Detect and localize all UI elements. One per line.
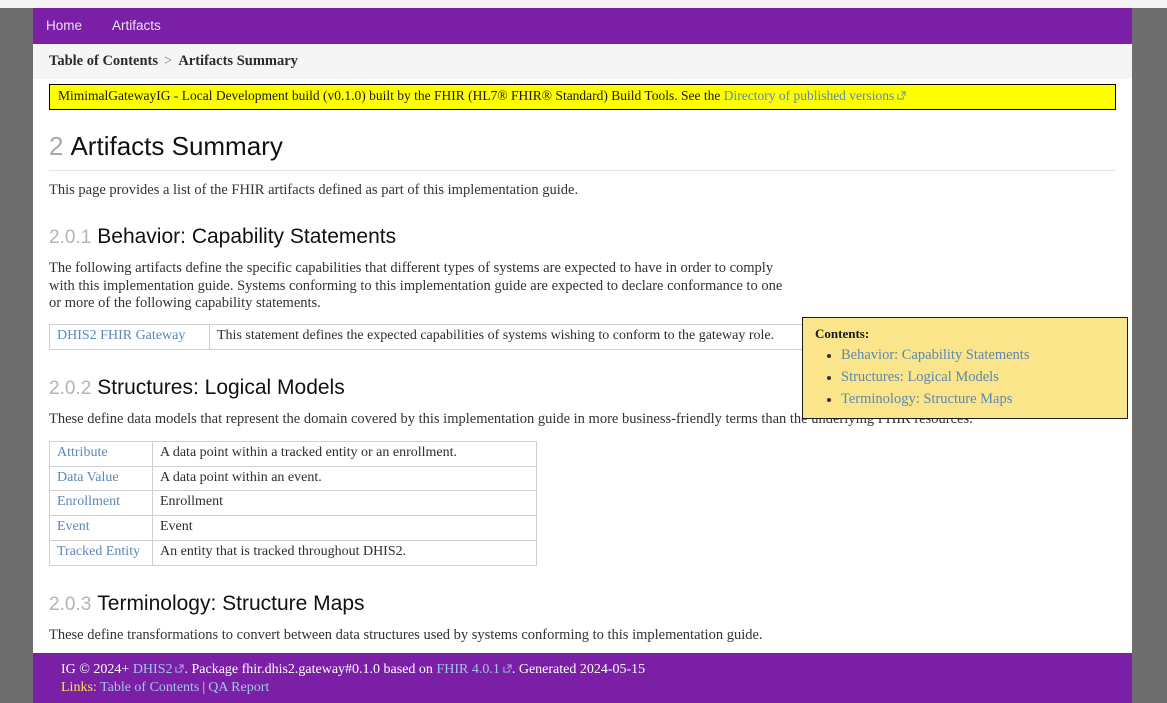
table-cell-name: Event <box>50 516 153 541</box>
table-row: Attribute A data point within a tracked … <box>50 441 537 466</box>
contents-list: Behavior: Capability Statements Structur… <box>813 347 1117 408</box>
footer-line-2: Links: Table of Contents|QA Report <box>61 679 1132 697</box>
footer-link-qa-report[interactable]: QA Report <box>208 680 269 695</box>
link-dhis2-fhir-gateway[interactable]: DHIS2 FHIR Gateway <box>57 328 185 343</box>
external-link-icon <box>897 91 906 100</box>
section-number-behavior: 2.0.1 <box>49 227 91 248</box>
top-spacer-band <box>0 0 1167 8</box>
table-cell-name: Data Value <box>50 466 153 491</box>
nav-item-home[interactable]: Home <box>46 19 82 33</box>
section-title-behavior: Behavior: Capability Statements <box>97 225 396 248</box>
build-notice-banner: MimimalGatewayIG - Local Development bui… <box>49 84 1116 110</box>
table-cell-description: A data point within a tracked entity or … <box>153 441 537 466</box>
footer-generated-text: . Generated 2024-05-15 <box>512 662 645 677</box>
table-cell-name: Attribute <box>50 441 153 466</box>
breadcrumb-current: Artifacts Summary <box>178 53 298 70</box>
section-heading-terminology: 2.0.3 Terminology: Structure Maps <box>49 592 1115 616</box>
banner-wrapper: MimimalGatewayIG - Local Development bui… <box>33 80 1132 110</box>
main-navbar: Home Artifacts <box>33 8 1132 44</box>
footer-links-label: Links: <box>61 680 97 695</box>
contents-link-terminology[interactable]: Terminology: Structure Maps <box>841 391 1012 407</box>
table-cell-description: An entity that is tracked throughout DHI… <box>153 540 537 565</box>
footer-link-dhis2[interactable]: DHIS2 <box>133 662 173 677</box>
table-cell-description: A data point within an event. <box>153 466 537 491</box>
list-item: Structures: Logical Models <box>841 369 1117 386</box>
contents-link-structures[interactable]: Structures: Logical Models <box>841 369 999 385</box>
footer-link-separator: | <box>202 680 205 695</box>
contents-link-behavior[interactable]: Behavior: Capability Statements <box>841 347 1029 363</box>
page-section-number: 2 <box>49 131 63 161</box>
section-title-structures: Structures: Logical Models <box>97 376 344 399</box>
breadcrumb-separator: > <box>164 53 172 70</box>
external-link-icon <box>503 664 512 673</box>
link-tracked-entity[interactable]: Tracked Entity <box>57 544 140 559</box>
main-content: 2Artifacts Summary This page provides a … <box>33 132 1132 682</box>
breadcrumb: Table of Contents > Artifacts Summary <box>33 44 1132 80</box>
page-title-text: Artifacts Summary <box>70 131 282 161</box>
footer-package-text: . Package fhir.dhis2.gateway#0.1.0 based… <box>184 662 436 677</box>
table-cell-description: This statement defines the expected capa… <box>210 325 821 350</box>
section-number-structures: 2.0.2 <box>49 378 91 399</box>
banner-text: MimimalGatewayIG - Local Development bui… <box>58 88 724 103</box>
page-intro-paragraph: This page provides a list of the FHIR ar… <box>49 182 1115 199</box>
table-cell-name: Enrollment <box>50 491 153 516</box>
section-number-terminology: 2.0.3 <box>49 594 91 615</box>
external-link-icon <box>175 664 184 673</box>
footer-line-1: IG © 2024+ DHIS2 . Package fhir.dhis2.gat… <box>61 661 1132 679</box>
table-cell-name: Tracked Entity <box>50 540 153 565</box>
table-row: Event Event <box>50 516 537 541</box>
logical-models-table: Attribute A data point within a tracked … <box>49 441 537 566</box>
page-footer: IG © 2024+ DHIS2 . Package fhir.dhis2.gat… <box>33 653 1132 703</box>
link-attribute[interactable]: Attribute <box>57 445 108 460</box>
table-cell-name: DHIS2 FHIR Gateway <box>50 325 210 350</box>
list-item: Behavior: Capability Statements <box>841 347 1117 364</box>
table-row: Data Value A data point within an event. <box>50 466 537 491</box>
table-row: Enrollment Enrollment <box>50 491 537 516</box>
link-event[interactable]: Event <box>57 519 90 534</box>
list-item: Terminology: Structure Maps <box>841 391 1117 408</box>
page-title: 2Artifacts Summary <box>49 132 1115 171</box>
directory-of-published-versions-link[interactable]: Directory of published versions <box>724 88 895 103</box>
section-heading-behavior: 2.0.1 Behavior: Capability Statements <box>49 225 1115 249</box>
capability-statements-table: DHIS2 FHIR Gateway This statement define… <box>49 324 821 350</box>
breadcrumb-root-link[interactable]: Table of Contents <box>49 53 158 70</box>
link-enrollment[interactable]: Enrollment <box>57 494 120 509</box>
link-data-value[interactable]: Data Value <box>57 470 119 485</box>
table-cell-description: Enrollment <box>153 491 537 516</box>
table-row: Tracked Entity An entity that is tracked… <box>50 540 537 565</box>
section-paragraph-terminology: These define transformations to convert … <box>49 627 1115 644</box>
footer-link-table-of-contents[interactable]: Table of Contents <box>100 680 199 695</box>
page-column: Home Artifacts Table of Contents > Artif… <box>33 8 1132 703</box>
contents-heading: Contents: <box>815 326 1117 342</box>
section-title-terminology: Terminology: Structure Maps <box>97 592 364 615</box>
nav-item-artifacts[interactable]: Artifacts <box>112 19 161 33</box>
table-row: DHIS2 FHIR Gateway This statement define… <box>50 325 821 350</box>
table-cell-description: Event <box>153 516 537 541</box>
contents-box: Contents: Behavior: Capability Statement… <box>802 317 1128 419</box>
footer-link-fhir-version[interactable]: FHIR 4.0.1 <box>436 662 499 677</box>
footer-copyright-text: IG © 2024+ <box>61 662 133 677</box>
section-paragraph-behavior: The following artifacts define the speci… <box>49 260 794 312</box>
